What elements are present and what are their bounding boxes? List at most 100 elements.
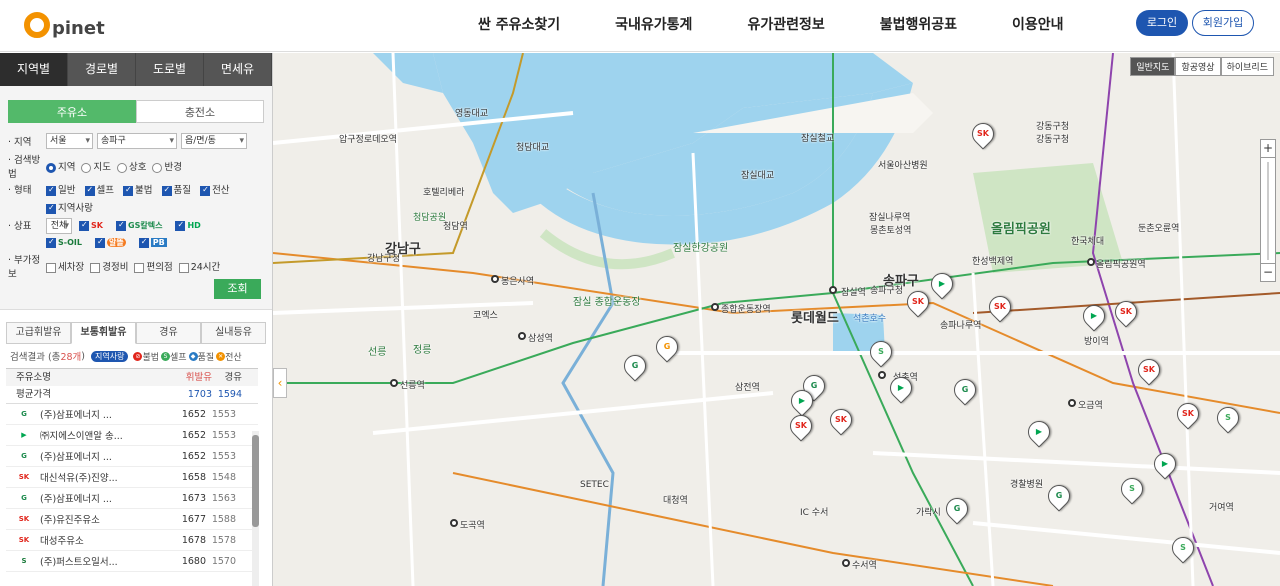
extra-store[interactable]: 편의점 [134,259,173,273]
station-suseo[interactable]: 수서역 [852,558,877,571]
station-sports-complex[interactable]: 종합운동장역 [721,302,771,315]
col-name[interactable]: 주유소명 [16,369,180,386]
form-local-love[interactable]: 지역사랑 [46,203,93,214]
dong-select[interactable]: 읍/면/동 [181,132,247,149]
form-normal[interactable]: 일반 [46,185,75,196]
brand-hd[interactable]: HD [175,220,204,231]
station-ogeum[interactable]: 오금역 [1078,398,1103,411]
subway-station-marker[interactable] [390,379,398,387]
form-illegal[interactable]: 불법 [123,185,153,196]
method-map[interactable]: 지도 [81,159,111,173]
station-mongchon[interactable]: 몽촌토성역 [870,223,911,236]
scroll-thumb[interactable] [252,435,259,527]
nav-illegal-notice[interactable]: 불법행위공표 [880,14,957,34]
station-apgujeong[interactable]: 압구정로데오역 [339,132,397,145]
station-geoyeo[interactable]: 거여역 [1209,500,1234,513]
type-gas-station[interactable]: 주유소 [8,100,136,123]
subway-station-marker[interactable] [1087,258,1095,266]
station-seolleung[interactable]: 선릉역 [400,378,425,391]
table-row[interactable]: G (주)삼표에너지 ... 1652 1553 [6,446,258,467]
table-row[interactable]: S (주)퍼스트오일서... 1680 1570 [6,551,258,572]
station-cheongdam[interactable]: 청담역 [443,219,468,232]
extra-24h[interactable]: 24시간 [178,259,220,273]
opinet-logo[interactable]: pinet [24,6,105,44]
station-name[interactable]: (주)삼표에너지 ... [40,449,172,463]
station-name[interactable]: (주)삼표에너지 ... [40,491,172,505]
sido-select[interactable]: 서울 [46,132,93,149]
map-view[interactable]: 일반지도 항공영상 하이브리드 + − 강남구 송파구 롯데월드 올림픽공원 잠… [273,53,1280,586]
login-button[interactable]: 로그인 [1136,10,1188,36]
sigungu-select[interactable]: 송파구 [97,132,177,149]
search-button[interactable]: 조회 [214,279,261,299]
brand-sk[interactable]: SK [79,220,107,231]
nav-price-info[interactable]: 유가관련정보 [747,14,824,34]
brand-all-button[interactable]: 전체 [46,218,72,234]
zoom-out-button[interactable]: − [1261,263,1275,281]
station-name[interactable]: 대성주유소 [40,533,172,547]
nav-cheap-station[interactable]: 싼 주유소찾기 [478,14,560,34]
tab-kerosene[interactable]: 실내등유 [201,322,266,344]
station-olympic-park[interactable]: 올림픽공원역 [1096,257,1146,270]
extra-maintenance[interactable]: 경정비 [90,259,128,273]
table-row[interactable]: SK 대성주유소 1678 1578 [6,530,258,551]
station-gangdong-office[interactable]: 강동구청 [1036,132,1069,145]
zoom-track[interactable] [1267,162,1269,260]
tab-regular-gasoline[interactable]: 보통휘발유 [71,322,136,344]
table-row[interactable]: G (주)삼표에너지 ... 1673 1563 [6,488,258,509]
join-button[interactable]: 회원가입 [1192,10,1254,36]
subway-station-marker[interactable] [518,332,526,340]
brand-soil[interactable]: S-OIL [46,237,86,248]
maptype-hybrid[interactable]: 하이브리드 [1220,57,1274,76]
maptype-normal[interactable]: 일반지도 [1130,57,1176,76]
table-row[interactable]: G (주)삼표에너지 ... 1652 1553 [6,404,258,425]
station-songpanaru[interactable]: 송파나루역 [940,318,981,331]
subway-station-marker[interactable] [829,286,837,294]
maptype-aerial[interactable]: 항공영상 [1175,57,1221,76]
subway-station-marker[interactable] [1068,399,1076,407]
station-songpa-office[interactable]: 송파구청 [870,283,903,296]
brand-altteul[interactable]: 알뜰 [95,237,130,248]
station-gangnam-office[interactable]: 강남구청 [367,251,400,264]
form-self[interactable]: 셀프 [84,185,114,196]
brand-gs[interactable]: GS칼텍스 [116,220,166,231]
tab-diesel[interactable]: 경유 [136,322,201,344]
col-gasoline[interactable]: 휘발유 [180,369,212,386]
method-radius[interactable]: 반경 [152,159,182,173]
station-bangi[interactable]: 방이역 [1084,334,1109,347]
tab-premium-gasoline[interactable]: 고급휘발유 [6,322,71,344]
tab-by-route[interactable]: 경로별 [68,53,136,86]
col-diesel[interactable]: 경유 [212,369,242,386]
station-jamsilnaru[interactable]: 잠실나루역 [869,210,910,223]
tab-by-road[interactable]: 도로별 [136,53,204,86]
form-computer[interactable]: 전산 [200,185,230,196]
tab-by-region[interactable]: 지역별 [0,53,68,86]
extra-carwash[interactable]: 세차장 [46,259,84,273]
station-daecheong[interactable]: 대청역 [663,493,688,506]
subway-station-marker[interactable] [878,371,886,379]
subway-station-marker[interactable] [711,303,719,311]
table-row[interactable]: ▶ ㈜지에스이앤알 송... 1652 1553 [6,425,258,446]
subway-station-marker[interactable] [491,275,499,283]
station-samseong[interactable]: 삼성역 [528,331,553,344]
method-region[interactable]: 지역 [46,159,75,173]
tab-tax-free[interactable]: 면세유 [204,53,272,86]
zoom-in-button[interactable]: + [1261,140,1275,158]
form-quality[interactable]: 품질 [161,185,191,196]
collapse-panel-button[interactable]: ‹ [273,368,287,398]
station-name[interactable]: (주)삼표에너지 ... [40,407,172,421]
station-police-hospital[interactable]: 경찰병원 [1010,477,1043,490]
method-name[interactable]: 상호 [116,159,146,173]
station-name[interactable]: ㈜지에스이앤알 송... [40,428,172,442]
station-dogok[interactable]: 도곡역 [460,518,485,531]
station-bongeunsa[interactable]: 봉은사역 [501,274,534,287]
subway-station-marker[interactable] [450,519,458,527]
station-samjeon[interactable]: 삼전역 [735,380,760,393]
brand-pb[interactable]: PB [138,237,171,248]
station-name[interactable]: (주)유진주유소 [40,512,172,526]
nav-guide[interactable]: 이용안내 [1012,14,1064,34]
nav-price-stats[interactable]: 국내유가통계 [615,14,692,34]
type-charging-station[interactable]: 충전소 [136,100,264,123]
station-hanseong-baekje[interactable]: 한성백제역 [972,254,1013,267]
station-jamsil[interactable]: 잠실역 [841,285,866,298]
station-dunchon-oryun[interactable]: 둔촌오륜역 [1138,221,1179,234]
